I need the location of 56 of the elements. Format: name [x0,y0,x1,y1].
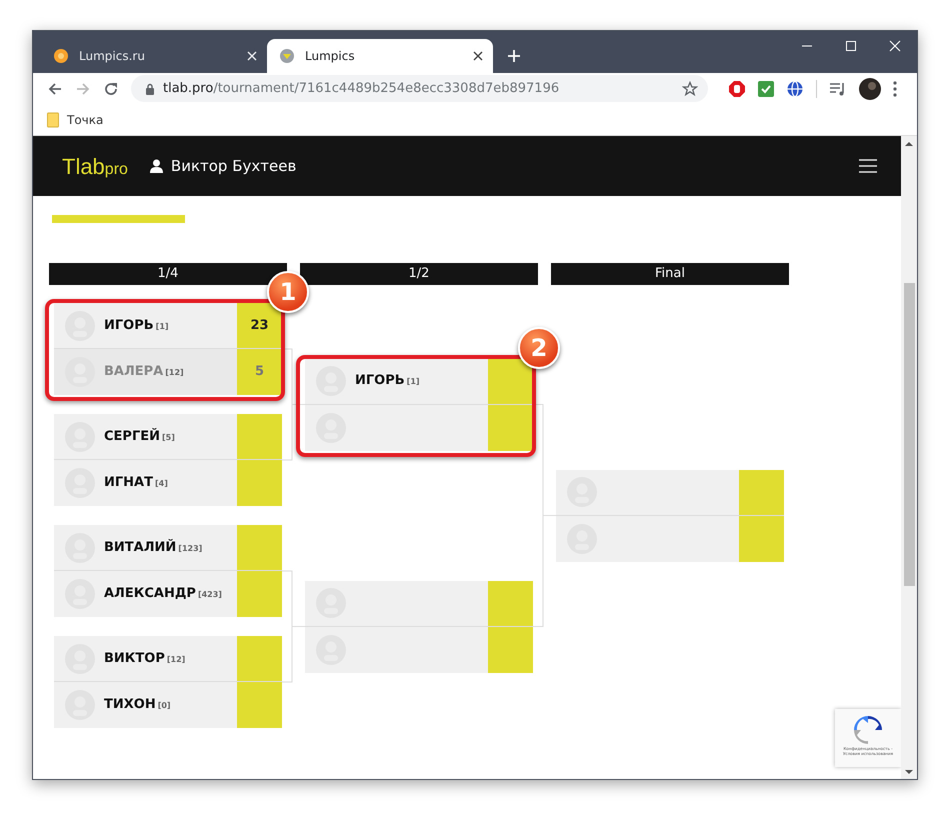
score-cell [237,682,282,728]
player-name: ИГОРЬ[1] [104,316,169,335]
score-cell [237,460,282,506]
address-bar[interactable]: tlab.pro/tournament/7161c4489b254e8ecc3308d7eb897196 [131,75,708,102]
user-icon [150,159,163,173]
round-header: Final [551,263,789,285]
score-cell [488,580,533,626]
player-name: ИГОРЬ[1] [355,372,420,390]
player-name: ИГНАТ[4] [104,474,168,492]
score-cell [237,414,282,459]
score-cell [739,470,784,514]
callout-badge: 2 [518,326,560,368]
player-name: ВИКТОР[12] [104,650,186,668]
circle-favicon-icon [53,48,69,64]
browser-tab[interactable]: Lumpics [267,39,493,73]
player-name: ТИХОН[0] [104,696,171,714]
recaptcha-logo-icon [851,713,885,747]
player-name: ВИТАЛИЙ[123] [104,538,202,557]
checkmark-icon[interactable] [758,80,774,96]
scroll-up-icon[interactable] [905,141,913,147]
scroll-down-icon[interactable] [905,769,913,775]
score-cell [739,516,784,562]
folder-icon [47,112,59,128]
star-icon[interactable] [682,80,698,96]
browser-tab[interactable]: Lumpics.ru [41,39,267,73]
bookmark-link[interactable]: Точка [47,110,104,128]
score-cell [488,358,533,404]
score-cell [488,404,533,450]
score-cell [488,626,533,672]
player-name: ВАЛЕРА[12] [104,363,184,382]
back-arrow-icon[interactable] [47,80,63,96]
site-logo[interactable]: Tlabpro [62,150,128,182]
score-cell: 23 [237,303,282,348]
plus-icon[interactable] [507,49,521,63]
maximize-icon[interactable] [845,40,857,52]
more-menu-icon[interactable] [893,80,897,96]
score-cell [237,525,282,570]
playlist-icon[interactable] [829,80,847,96]
shield-favicon-icon [279,48,295,64]
globe-icon[interactable] [786,80,804,98]
score-cell [237,636,282,681]
lock-icon [145,82,155,94]
score-cell: 5 [237,349,282,395]
round-header: 1/2 [300,263,538,285]
reload-icon[interactable] [103,80,119,96]
user-name[interactable]: Виктор Бухтеев [170,154,296,178]
player-name: СЕРГЕЙ[5] [104,427,175,446]
profile-avatar-icon[interactable] [859,78,881,100]
menu-icon[interactable] [859,159,877,173]
close-icon[interactable] [473,51,483,61]
url-text: tlab.pro/tournament/7161c4489b254e8ecc3308d7eb897196 [163,80,560,98]
score-cell [237,571,282,617]
scrollbar-thumb[interactable] [904,283,914,586]
scrollbar[interactable] [901,136,917,779]
stop-sign-icon[interactable] [728,80,746,98]
player-name: АЛЕКСАНДР[423] [104,585,222,604]
